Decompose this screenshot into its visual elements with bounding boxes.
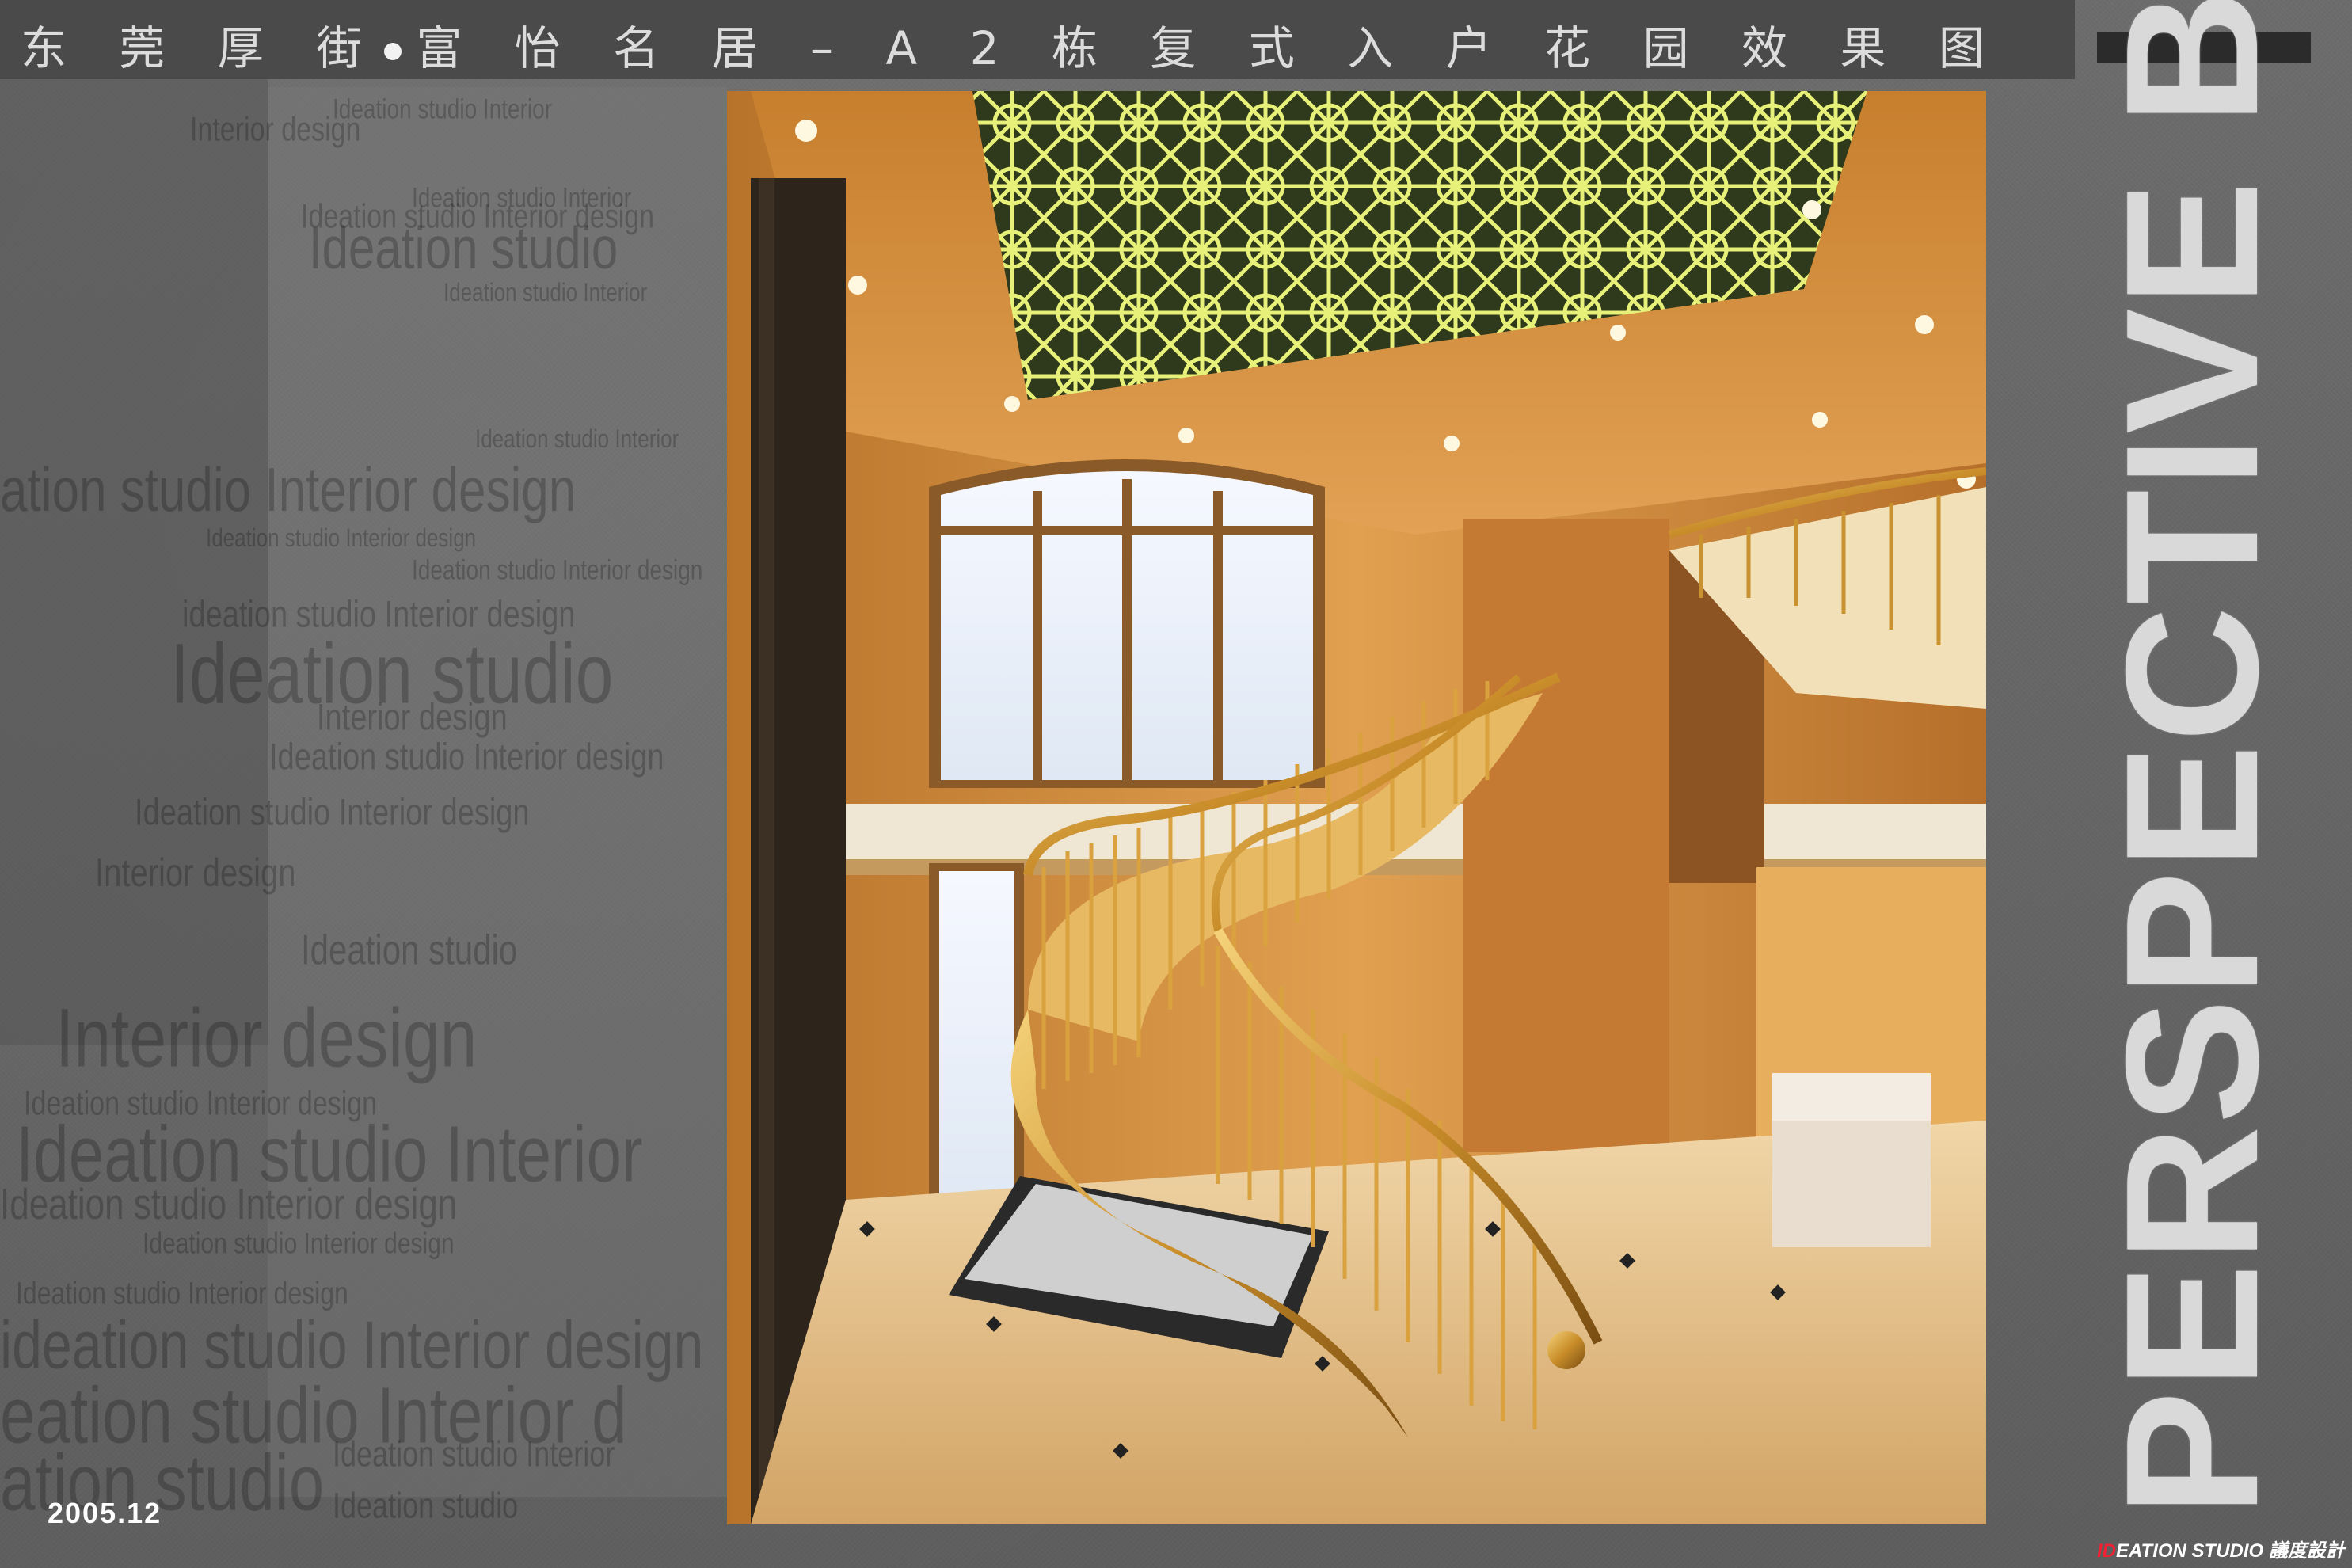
watermark-text: Ideation studio Interior design: [206, 523, 477, 553]
watermark-text: Interior design: [95, 851, 296, 895]
watermark-text: Ideation studio Interior design: [135, 792, 530, 834]
bullet-icon: [384, 42, 402, 60]
watermark-text: Interior design: [55, 991, 478, 1084]
studio-logo: IDEATION STUDIO 議度設計: [2097, 1535, 2345, 1562]
staircase-illustration: [727, 91, 1986, 1524]
watermark-text: Ideation studio Interior design: [0, 1180, 458, 1229]
watermark-text: Ideation studio: [309, 215, 618, 281]
watermark-text: Ideation studio Interior: [475, 424, 679, 454]
watermark-text: Ideation studio Interior: [333, 1433, 615, 1475]
watermark-text: Ideation studio Interior: [443, 277, 648, 307]
watermark-text: Ideation studio: [333, 1485, 519, 1526]
date-label: 2005.12: [48, 1497, 162, 1529]
watermark-text: Ideation studio Interior design: [143, 1227, 455, 1261]
side-title: PERSPECTIVE BOARD: [2087, 0, 2297, 1517]
watermark-text: Ideation studio Interior design: [412, 554, 703, 585]
title-bar: 东 莞 厚 街富 怡 名 居 – A 2 栋 复 式 入 户 花 园 效 果 图: [0, 0, 2075, 79]
title-project: 富 怡 名 居 – A 2 栋 复 式 入 户 花 园 效 果 图: [416, 21, 2004, 75]
watermark-text: Ideation studio Interior: [333, 93, 553, 124]
logo-mark: ID: [2097, 1540, 2116, 1562]
watermark-text: Ideation studio Interior design: [269, 736, 664, 778]
logo-text: EATION STUDIO 議度設計: [2116, 1540, 2345, 1562]
watermark-text: Interior design: [317, 697, 508, 739]
watermark-text: Ideation studio: [301, 927, 518, 973]
title-location: 东 莞 厚 街: [21, 21, 382, 75]
interior-rendering: [727, 91, 1986, 1524]
page-title: 东 莞 厚 街富 怡 名 居 – A 2 栋 复 式 入 户 花 园 效 果 图: [21, 11, 2004, 78]
watermark-text: ation studio Interior design: [0, 456, 577, 525]
perspective-board: Interior design Ideation studio Interior…: [0, 0, 2352, 1568]
